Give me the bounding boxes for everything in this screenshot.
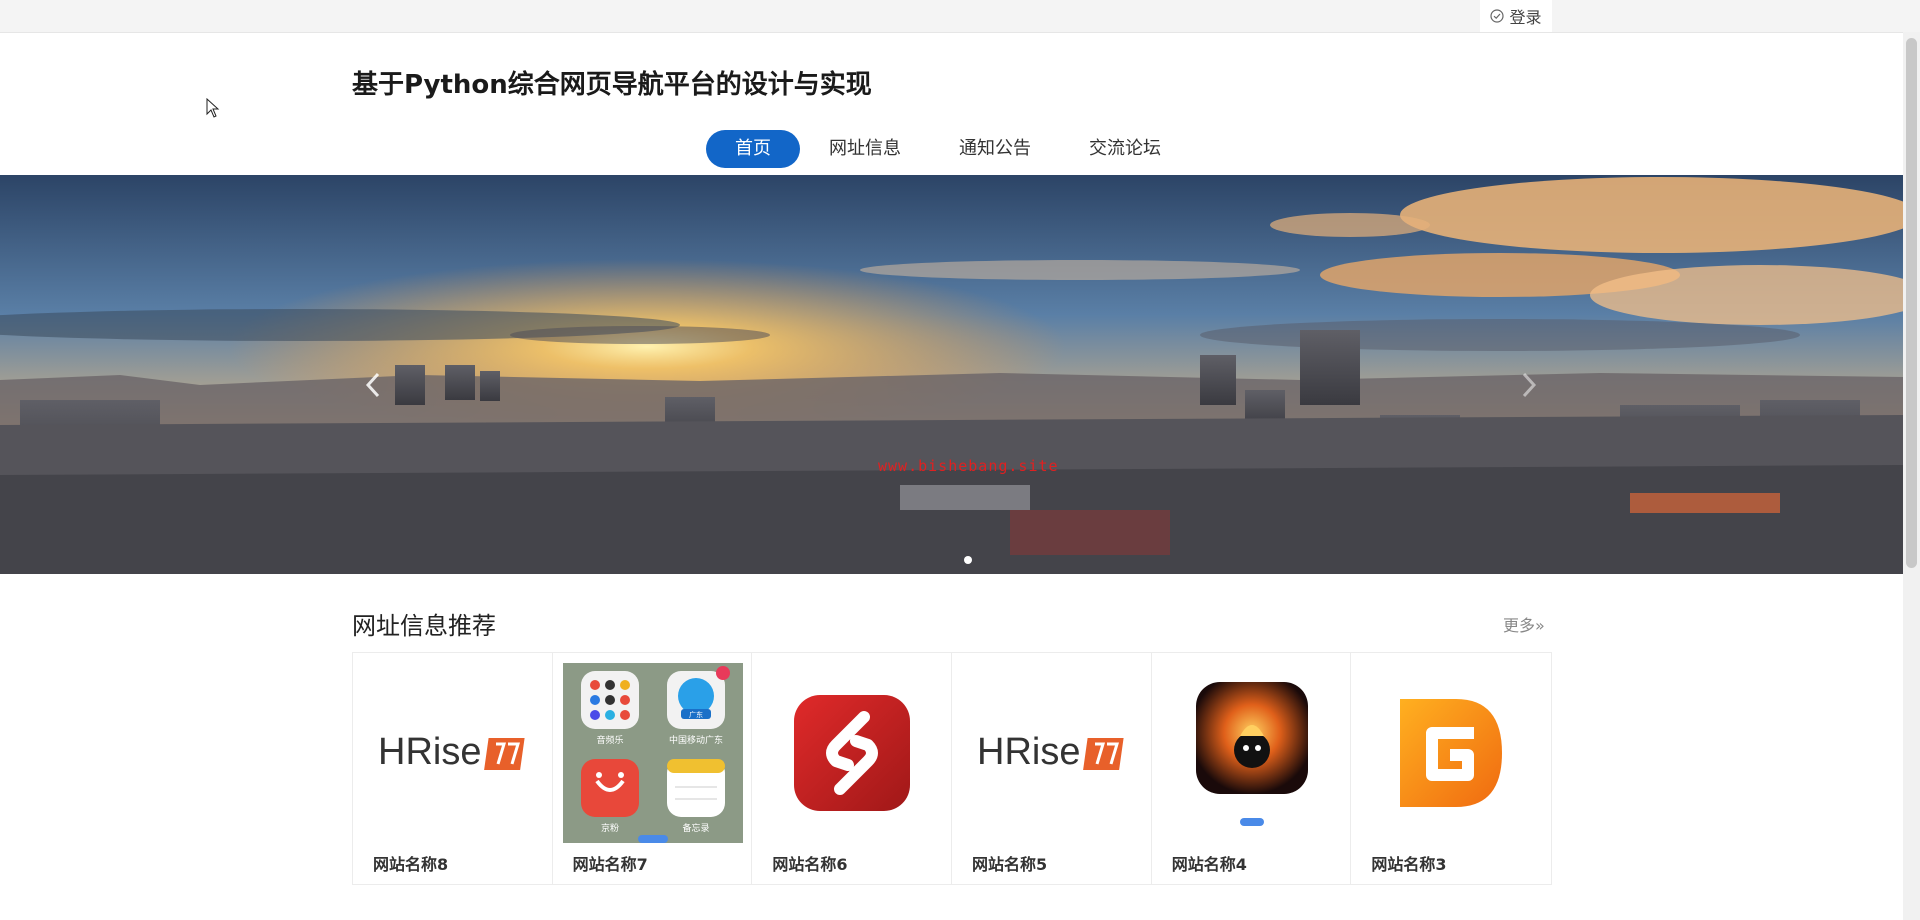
carousel-dot[interactable] [964,556,972,564]
top-bar: 登录 [0,0,1920,33]
chevron-right-icon [1522,372,1537,398]
red-s-app-image [762,663,942,843]
phone-apps-screenshot: 音频乐 广东 中国移动广东 京粉 备忘录 [562,663,743,843]
game-character-image [1162,663,1342,843]
orange-g-app-icon [1400,699,1503,807]
svg-text:HRise: HRise [977,731,1080,773]
nav-item-home[interactable]: 首页 [706,130,800,168]
hrise-logo-icon: HRise [977,731,1124,773]
svg-text:中国移动广东: 中国移动广东 [669,734,723,746]
scrollbar-thumb[interactable] [1906,38,1917,568]
site-card[interactable]: 音频乐 广东 中国移动广东 京粉 备忘录 网站名称7 [553,653,753,884]
carousel-prev-button[interactable] [358,365,388,405]
site-card[interactable]: 网站名称3 [1351,653,1551,884]
site-card-name: 网站名称8 [373,855,449,874]
login-button[interactable]: 登录 [1480,0,1552,32]
svg-text:京粉: 京粉 [601,822,619,834]
carousel-indicators [964,556,972,564]
main-nav: 首页 网址信息 通知公告 交流论坛 [706,130,1190,168]
svg-text:广东: 广东 [689,710,703,719]
site-card[interactable]: 网站名称6 [752,653,953,884]
nav-item-notices[interactable]: 通知公告 [930,130,1060,168]
banner-carousel[interactable]: www.bishebang.site [0,175,1903,574]
carousel-next-button[interactable] [1514,365,1544,405]
site-card[interactable]: HRise 网站名称5 [952,653,1152,884]
mouse-cursor-icon [206,98,220,118]
banner-cityscape-image [0,175,1903,574]
site-title: 基于Python综合网页导航平台的设计与实现 [352,70,872,100]
check-circle-icon [1490,9,1505,23]
more-link[interactable]: 更多» [1503,612,1545,636]
chevron-left-icon [365,372,380,398]
site-card-name: 网站名称4 [1171,855,1247,874]
hrise-logo-icon: HRise [378,731,525,773]
red-s-app-icon [794,695,911,811]
phone-apps-icon: 音频乐 广东 中国移动广东 京粉 备忘录 [562,663,743,843]
game-character-icon [1195,682,1308,826]
site-card[interactable]: 网站名称4 [1152,653,1352,884]
site-card[interactable]: HRise 网站名称8 [353,653,553,884]
recommend-card-list: HRise 网站名称8 音频乐 广东 中国移动广东 京粉 备忘录 网站名称7 网… [352,652,1552,885]
banner-watermark: www.bishebang.site [878,457,1059,475]
orange-g-app-image [1361,663,1541,843]
nav-item-site-info[interactable]: 网址信息 [800,130,930,168]
site-card-name: 网站名称3 [1371,855,1447,874]
site-card-name: 网站名称6 [772,855,848,874]
site-card-name: 网站名称5 [972,855,1048,874]
login-label: 登录 [1509,8,1542,27]
svg-text:音频乐: 音频乐 [596,734,623,746]
recommend-section-title: 网址信息推荐 [352,612,496,640]
svg-text:HRise: HRise [378,731,481,773]
nav-item-forum[interactable]: 交流论坛 [1060,130,1190,168]
page-scrollbar[interactable] [1903,32,1920,920]
hrise-logo-image: HRise [962,663,1142,843]
site-card-name: 网站名称7 [572,855,648,874]
hrise-logo-image: HRise [363,663,543,843]
svg-text:备忘录: 备忘录 [682,822,709,834]
